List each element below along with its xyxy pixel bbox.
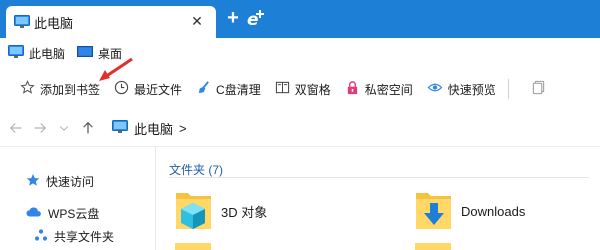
section-title[interactable]: 文件夹 (7) [169, 161, 223, 178]
copy-icon[interactable] [531, 80, 546, 98]
new-tab-button[interactable]: + [224, 8, 242, 28]
address-chevron[interactable]: > [179, 121, 187, 136]
quick-preview-label: 快速预览 [447, 82, 496, 97]
monitor-icon [14, 15, 30, 32]
share-icon [34, 228, 48, 245]
desktop-icon [77, 45, 94, 62]
downloads-folder-icon [415, 189, 453, 234]
private-space-button[interactable]: 私密空间 [345, 80, 413, 98]
c-drive-clean-label: C盘清理 [216, 82, 261, 97]
arrow-left-icon [9, 123, 22, 133]
section-divider [169, 177, 589, 178]
browser-plus-icon[interactable]: e [246, 8, 266, 30]
svg-text:e: e [247, 10, 259, 28]
bookmark-this-pc[interactable]: 此电脑 [8, 44, 66, 62]
annotation-arrow [99, 57, 133, 81]
tab-this-pc[interactable]: 此电脑 ✕ [6, 6, 216, 38]
sidebar-item-wps-cloud[interactable]: WPS云盘 [26, 205, 99, 222]
cloud-icon [26, 206, 42, 221]
3d-objects-folder-icon [175, 189, 213, 234]
folder-partial [415, 243, 451, 250]
file-name: 3D 对象 [221, 205, 268, 220]
folder-partial [175, 243, 211, 250]
bookmark-label: 此电脑 [29, 46, 66, 61]
arrow-up-icon [83, 121, 93, 134]
tab-title: 此电脑 [34, 15, 74, 31]
dual-pane-icon [275, 80, 290, 98]
monitor-icon [112, 119, 128, 137]
up-button[interactable] [76, 116, 100, 140]
quick-preview-button[interactable]: 快速预览 [427, 80, 496, 98]
dual-pane-button[interactable]: 双窗格 [275, 80, 331, 98]
pin-star-icon [26, 173, 40, 190]
c-drive-clean-button[interactable]: C盘清理 [196, 80, 261, 98]
sidebar: 快速访问 WPS云盘 共享文件夹 [0, 147, 156, 250]
lock-icon [345, 80, 360, 98]
recent-locations-button[interactable] [52, 116, 76, 140]
monitor-icon [8, 44, 24, 62]
address-bar: 此电脑 > [0, 112, 600, 144]
bookmarks-bar: 此电脑 桌面 [0, 38, 600, 68]
folder-3d-objects[interactable]: 3D 对象 [175, 189, 267, 234]
toolbar: 添加到书签 最近文件 C盘清理 双窗格 私密空间 快速预览 [0, 70, 600, 108]
chevron-down-icon [59, 126, 69, 131]
title-bar: 此电脑 ✕ + e [0, 0, 600, 38]
sidebar-item-label: WPS云盘 [48, 207, 100, 221]
add-bookmark-button[interactable]: 添加到书签 [20, 80, 100, 98]
file-name: Downloads [461, 204, 526, 219]
broom-icon [196, 80, 211, 98]
address-segment[interactable]: 此电脑 [134, 119, 173, 138]
dual-pane-label: 双窗格 [294, 82, 331, 97]
sidebar-item-quick-access[interactable]: 快速访问 [26, 173, 94, 190]
eye-icon [427, 80, 443, 98]
star-icon [20, 80, 35, 98]
sidebar-item-shared-folder[interactable]: 共享文件夹 [34, 228, 114, 245]
private-space-label: 私密空间 [364, 82, 413, 97]
back-button[interactable] [4, 116, 28, 140]
toolbar-divider [507, 79, 509, 99]
forward-button[interactable] [28, 116, 52, 140]
arrow-right-icon [34, 123, 47, 133]
sidebar-item-label: 快速访问 [46, 175, 95, 189]
folder-downloads[interactable]: Downloads [415, 189, 525, 234]
recent-files-label: 最近文件 [134, 82, 183, 97]
close-tab-button[interactable]: ✕ [188, 12, 206, 30]
main-content: 文件夹 (7) 3D 对象 Downloads [157, 147, 600, 250]
add-bookmark-label: 添加到书签 [40, 82, 101, 97]
sidebar-item-label: 共享文件夹 [54, 230, 115, 244]
address-path[interactable]: 此电脑 > [112, 112, 187, 144]
